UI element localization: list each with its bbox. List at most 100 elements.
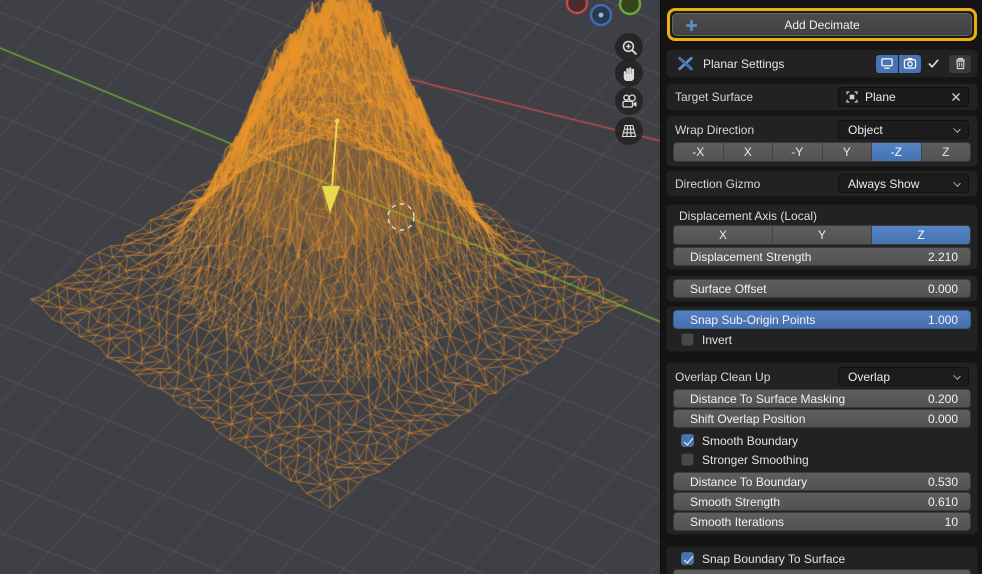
slider-label: Distance To Boundary — [690, 475, 807, 489]
slider-label: Surface Offset — [690, 282, 766, 296]
viewport-region — [0, 0, 661, 574]
target-surface-field[interactable]: Plane — [838, 87, 969, 107]
direction-gizmo-box: Direction Gizmo Always Show — [666, 170, 978, 197]
slider-label: Snap Sub-Origin Points — [690, 313, 815, 327]
display-render-button[interactable] — [899, 55, 921, 73]
slider-value: 0.000 — [928, 282, 958, 296]
display-viewport-icon — [880, 57, 894, 70]
chevron-down-icon — [953, 372, 961, 380]
3d-viewport[interactable] — [0, 0, 661, 574]
snap-boundary-row[interactable]: Snap Boundary To Surface — [670, 549, 974, 568]
overlap-dropdown[interactable]: Overlap — [838, 367, 969, 386]
distance-to-boundary-slider[interactable]: Distance To Boundary 0.530 — [673, 472, 971, 491]
axis-button-negx[interactable]: -X — [674, 143, 724, 161]
planar-settings-icon — [677, 55, 694, 72]
stronger-smoothing-row[interactable]: Stronger Smoothing — [670, 450, 974, 469]
axis-button-z[interactable]: Z — [922, 143, 971, 161]
slider-label: Smooth Iterations — [690, 515, 784, 529]
delete-button[interactable] — [949, 55, 971, 73]
slider-value: 0.530 — [928, 475, 958, 489]
wrap-direction-dropdown[interactable]: Object — [838, 120, 969, 139]
blender-window: Add Decimate Planar Settings — [0, 0, 982, 574]
axis-button-negz[interactable]: -Z — [872, 143, 922, 161]
camera-view-button[interactable] — [615, 87, 643, 115]
plus-icon — [684, 18, 699, 33]
slider-value: 1.000 — [928, 313, 958, 327]
slider-value: 0.610 — [928, 495, 958, 509]
object-data-icon — [846, 91, 858, 103]
displacement-strength-slider[interactable]: Displacement Strength 2.210 — [673, 247, 971, 266]
distance-surface-masking-slider[interactable]: Distance To Surface Masking 0.200 — [673, 389, 971, 408]
displacement-axis-segment: X Y Z — [673, 225, 971, 245]
camera-view-icon — [620, 92, 638, 110]
display-viewport-button[interactable] — [876, 55, 898, 73]
x-clear-icon[interactable] — [951, 92, 961, 102]
wrap-direction-box: Wrap Direction Object -X X -Y Y -Z Z — [666, 115, 978, 167]
projection-toggle-button[interactable] — [615, 117, 643, 145]
smooth-strength-slider[interactable]: Smooth Strength 0.610 — [673, 492, 971, 511]
slider-label: Distance To Surface Masking — [690, 392, 845, 406]
displacement-box: Displacement Axis (Local) X Y Z Displace… — [666, 204, 978, 270]
smooth-boundary-label: Smooth Boundary — [702, 434, 798, 448]
z-axis-dot — [599, 13, 604, 18]
target-surface-box: Target Surface Plane — [666, 83, 978, 111]
slider-label: Displacement Strength — [690, 250, 811, 264]
disp-axis-z[interactable]: Z — [872, 226, 970, 244]
snap-sub-origin-box: Snap Sub-Origin Points 1.000 Invert — [666, 306, 978, 352]
slider-value: 0.200 — [928, 392, 958, 406]
slider-value: 2.210 — [928, 250, 958, 264]
disp-axis-y[interactable]: Y — [773, 226, 872, 244]
axis-button-x[interactable]: X — [724, 143, 774, 161]
axis-button-y[interactable]: Y — [823, 143, 873, 161]
settings-panel: Add Decimate Planar Settings — [661, 0, 982, 574]
y-axis-ball[interactable] — [620, 0, 640, 14]
wrap-axis-segment: -X X -Y Y -Z Z — [673, 142, 971, 162]
overlap-box: Overlap Clean Up Overlap Distance To Sur… — [666, 362, 978, 535]
highlight-annotation: Add Decimate — [667, 8, 977, 41]
surface-offset-slider[interactable]: Surface Offset 0.000 — [673, 279, 971, 298]
panel-title: Planar Settings — [703, 57, 784, 71]
surface-offset-box: Surface Offset 0.000 — [666, 275, 978, 302]
zoom-in-icon — [621, 39, 638, 56]
axis-button-negy[interactable]: -Y — [773, 143, 823, 161]
target-surface-label: Target Surface — [675, 90, 753, 104]
disp-axis-x[interactable]: X — [674, 226, 773, 244]
displacement-title: Displacement Axis (Local) — [670, 207, 974, 224]
display-render-icon — [903, 57, 917, 70]
add-decimate-label: Add Decimate — [784, 18, 859, 32]
shift-overlap-position-slider[interactable]: Shift Overlap Position 0.000 — [673, 409, 971, 428]
pan-hand-icon — [621, 65, 638, 82]
target-surface-value: Plane — [865, 90, 944, 104]
x-axis-ball[interactable] — [567, 0, 587, 13]
pan-button[interactable] — [615, 59, 643, 87]
snap-boundary-box: Snap Boundary To Surface Boundary Mask P… — [666, 546, 978, 574]
smooth-iterations-slider[interactable]: Smooth Iterations 10 — [673, 512, 971, 531]
snap-sub-origin-slider[interactable]: Snap Sub-Origin Points 1.000 — [673, 310, 971, 329]
chevron-down-icon — [953, 179, 961, 187]
direction-gizmo-value: Always Show — [848, 177, 919, 191]
overlap-label: Overlap Clean Up — [675, 370, 770, 384]
apply-button[interactable] — [922, 55, 944, 73]
smooth-boundary-row[interactable]: Smooth Boundary — [670, 431, 974, 450]
direction-gizmo-dropdown[interactable]: Always Show — [838, 174, 969, 193]
header-icon-group — [876, 55, 971, 73]
add-decimate-button[interactable]: Add Decimate — [672, 13, 972, 36]
delete-trash-icon — [954, 57, 967, 70]
slider-label: Shift Overlap Position — [690, 412, 805, 426]
wrap-direction-label: Wrap Direction — [675, 123, 754, 137]
planar-settings-header[interactable]: Planar Settings — [666, 49, 978, 78]
apply-check-icon — [926, 57, 941, 70]
direction-gizmo-label: Direction Gizmo — [675, 177, 760, 191]
invert-checkbox[interactable] — [681, 333, 694, 346]
stronger-smoothing-checkbox[interactable] — [681, 453, 694, 466]
slider-value: 10 — [945, 515, 958, 529]
slider-label: Smooth Strength — [690, 495, 780, 509]
zoom-button[interactable] — [615, 33, 643, 61]
snap-boundary-checkbox[interactable] — [681, 552, 694, 565]
smooth-boundary-checkbox[interactable] — [681, 434, 694, 447]
boundary-mask-power-slider[interactable]: Boundary Mask Power 58.370 — [673, 569, 971, 574]
stronger-smoothing-label: Stronger Smoothing — [702, 453, 809, 467]
invert-checkbox-row[interactable]: Invert — [670, 330, 974, 349]
invert-label: Invert — [702, 333, 732, 347]
wrap-direction-value: Object — [848, 123, 883, 137]
